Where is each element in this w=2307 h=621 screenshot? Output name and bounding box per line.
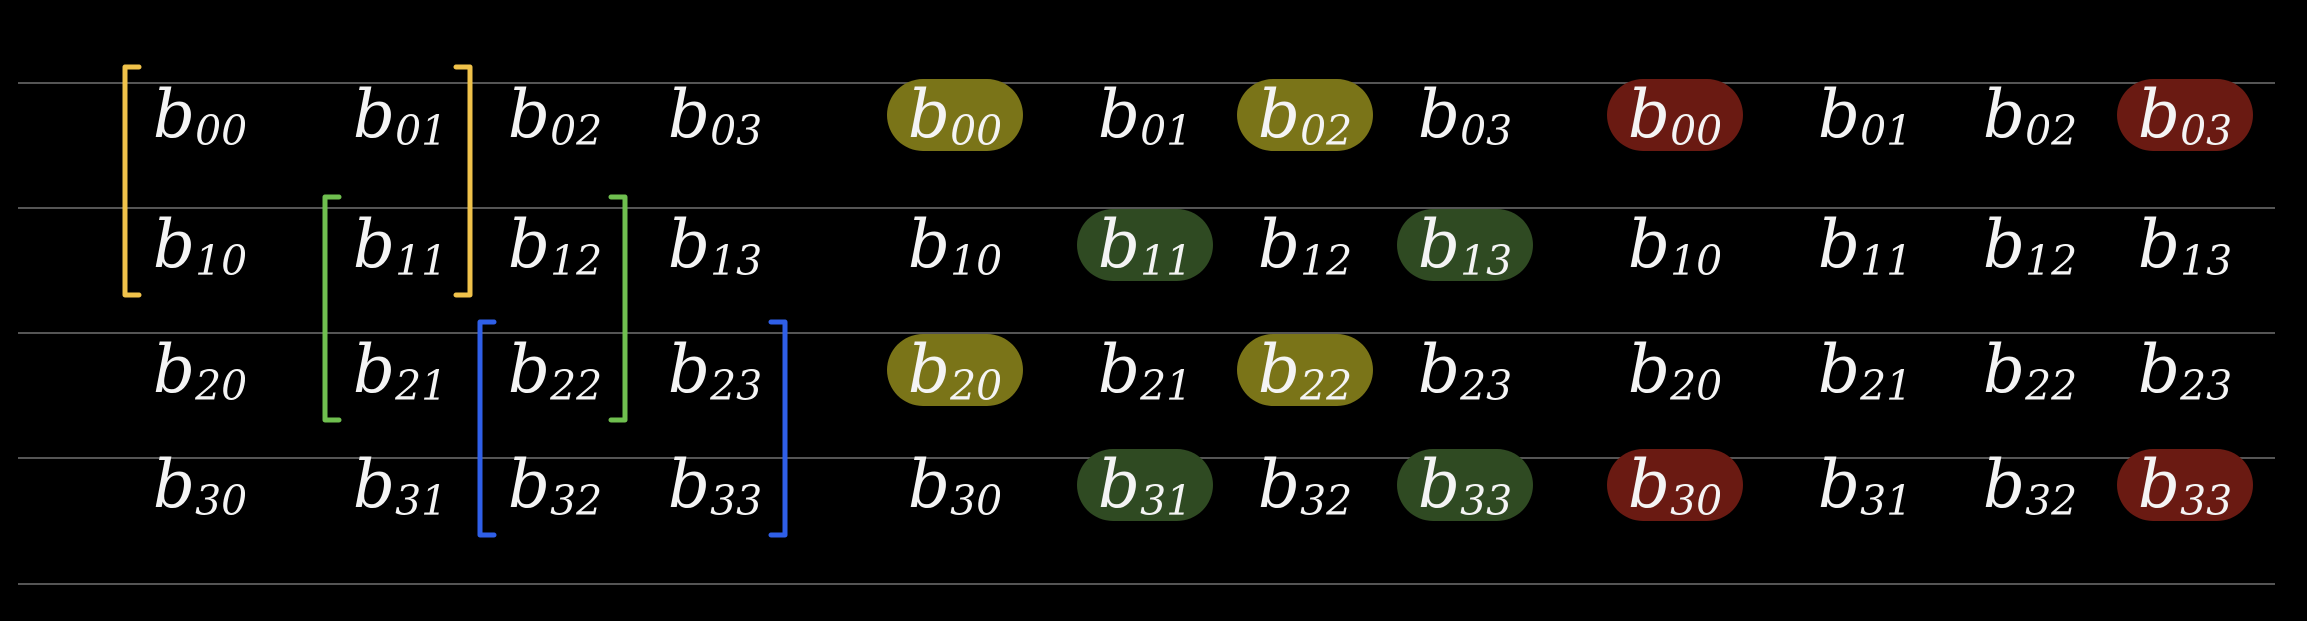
matrix-cell-b21: b21	[353, 331, 447, 410]
matrix-cell-b03: b03	[1418, 76, 1512, 155]
yellow-window-bracket-right	[453, 64, 473, 298]
matrix-cell-b11: b11	[1818, 206, 1912, 285]
matrix-cell-b20: b20	[1628, 331, 1722, 410]
matrix-cell-b10: b10	[1628, 206, 1722, 285]
matrix-cell-b10: b10	[908, 206, 1002, 285]
matrix-cell-b11: b11	[353, 206, 447, 285]
matrix-cell-b23: b23	[668, 331, 762, 410]
matrix-cell-b02: b02	[1983, 76, 2077, 155]
matrix-cell-b13: b13	[2138, 206, 2232, 285]
matrix-cell-b10: b10	[153, 206, 247, 285]
yellow-window-bracket-left	[122, 64, 142, 298]
matrix-cell-b20: b20	[153, 331, 247, 410]
matrix-cell-b01: b01	[1098, 76, 1192, 155]
matrix-cell-b23: b23	[1418, 331, 1512, 410]
matrix-cell-b03: b03	[668, 76, 762, 155]
matrix-cell-b12: b12	[1258, 206, 1352, 285]
matrix-cell-b22: b22	[1983, 331, 2077, 410]
green-window-bracket-right	[608, 194, 628, 423]
matrix-cell-b12: b12	[508, 206, 602, 285]
matrix-cell-b13: b13	[668, 206, 762, 285]
matrix-cell-b01: b01	[1818, 76, 1912, 155]
matrix-cell-b21: b21	[1098, 331, 1192, 410]
matrix-cell-b21: b21	[1818, 331, 1912, 410]
blue-window-bracket-left	[477, 319, 497, 538]
matrix-cell-b02: b02	[508, 76, 602, 155]
matrix-cell-b23: b23	[2138, 331, 2232, 410]
matrix-cell-b22: b22	[508, 331, 602, 410]
green-window-bracket-left	[322, 194, 342, 423]
matrix-diagram-canvas: b00 b01 b02 b03b10 b11 b12 b13b20 b21 b22 b23b30 b…	[18, 64, 2275, 585]
matrix-cell-b00: b00	[153, 76, 247, 155]
matrix-cell-b01: b01	[353, 76, 447, 155]
blue-window-bracket-right	[768, 319, 788, 538]
matrix-cell-b12: b12	[1983, 206, 2077, 285]
